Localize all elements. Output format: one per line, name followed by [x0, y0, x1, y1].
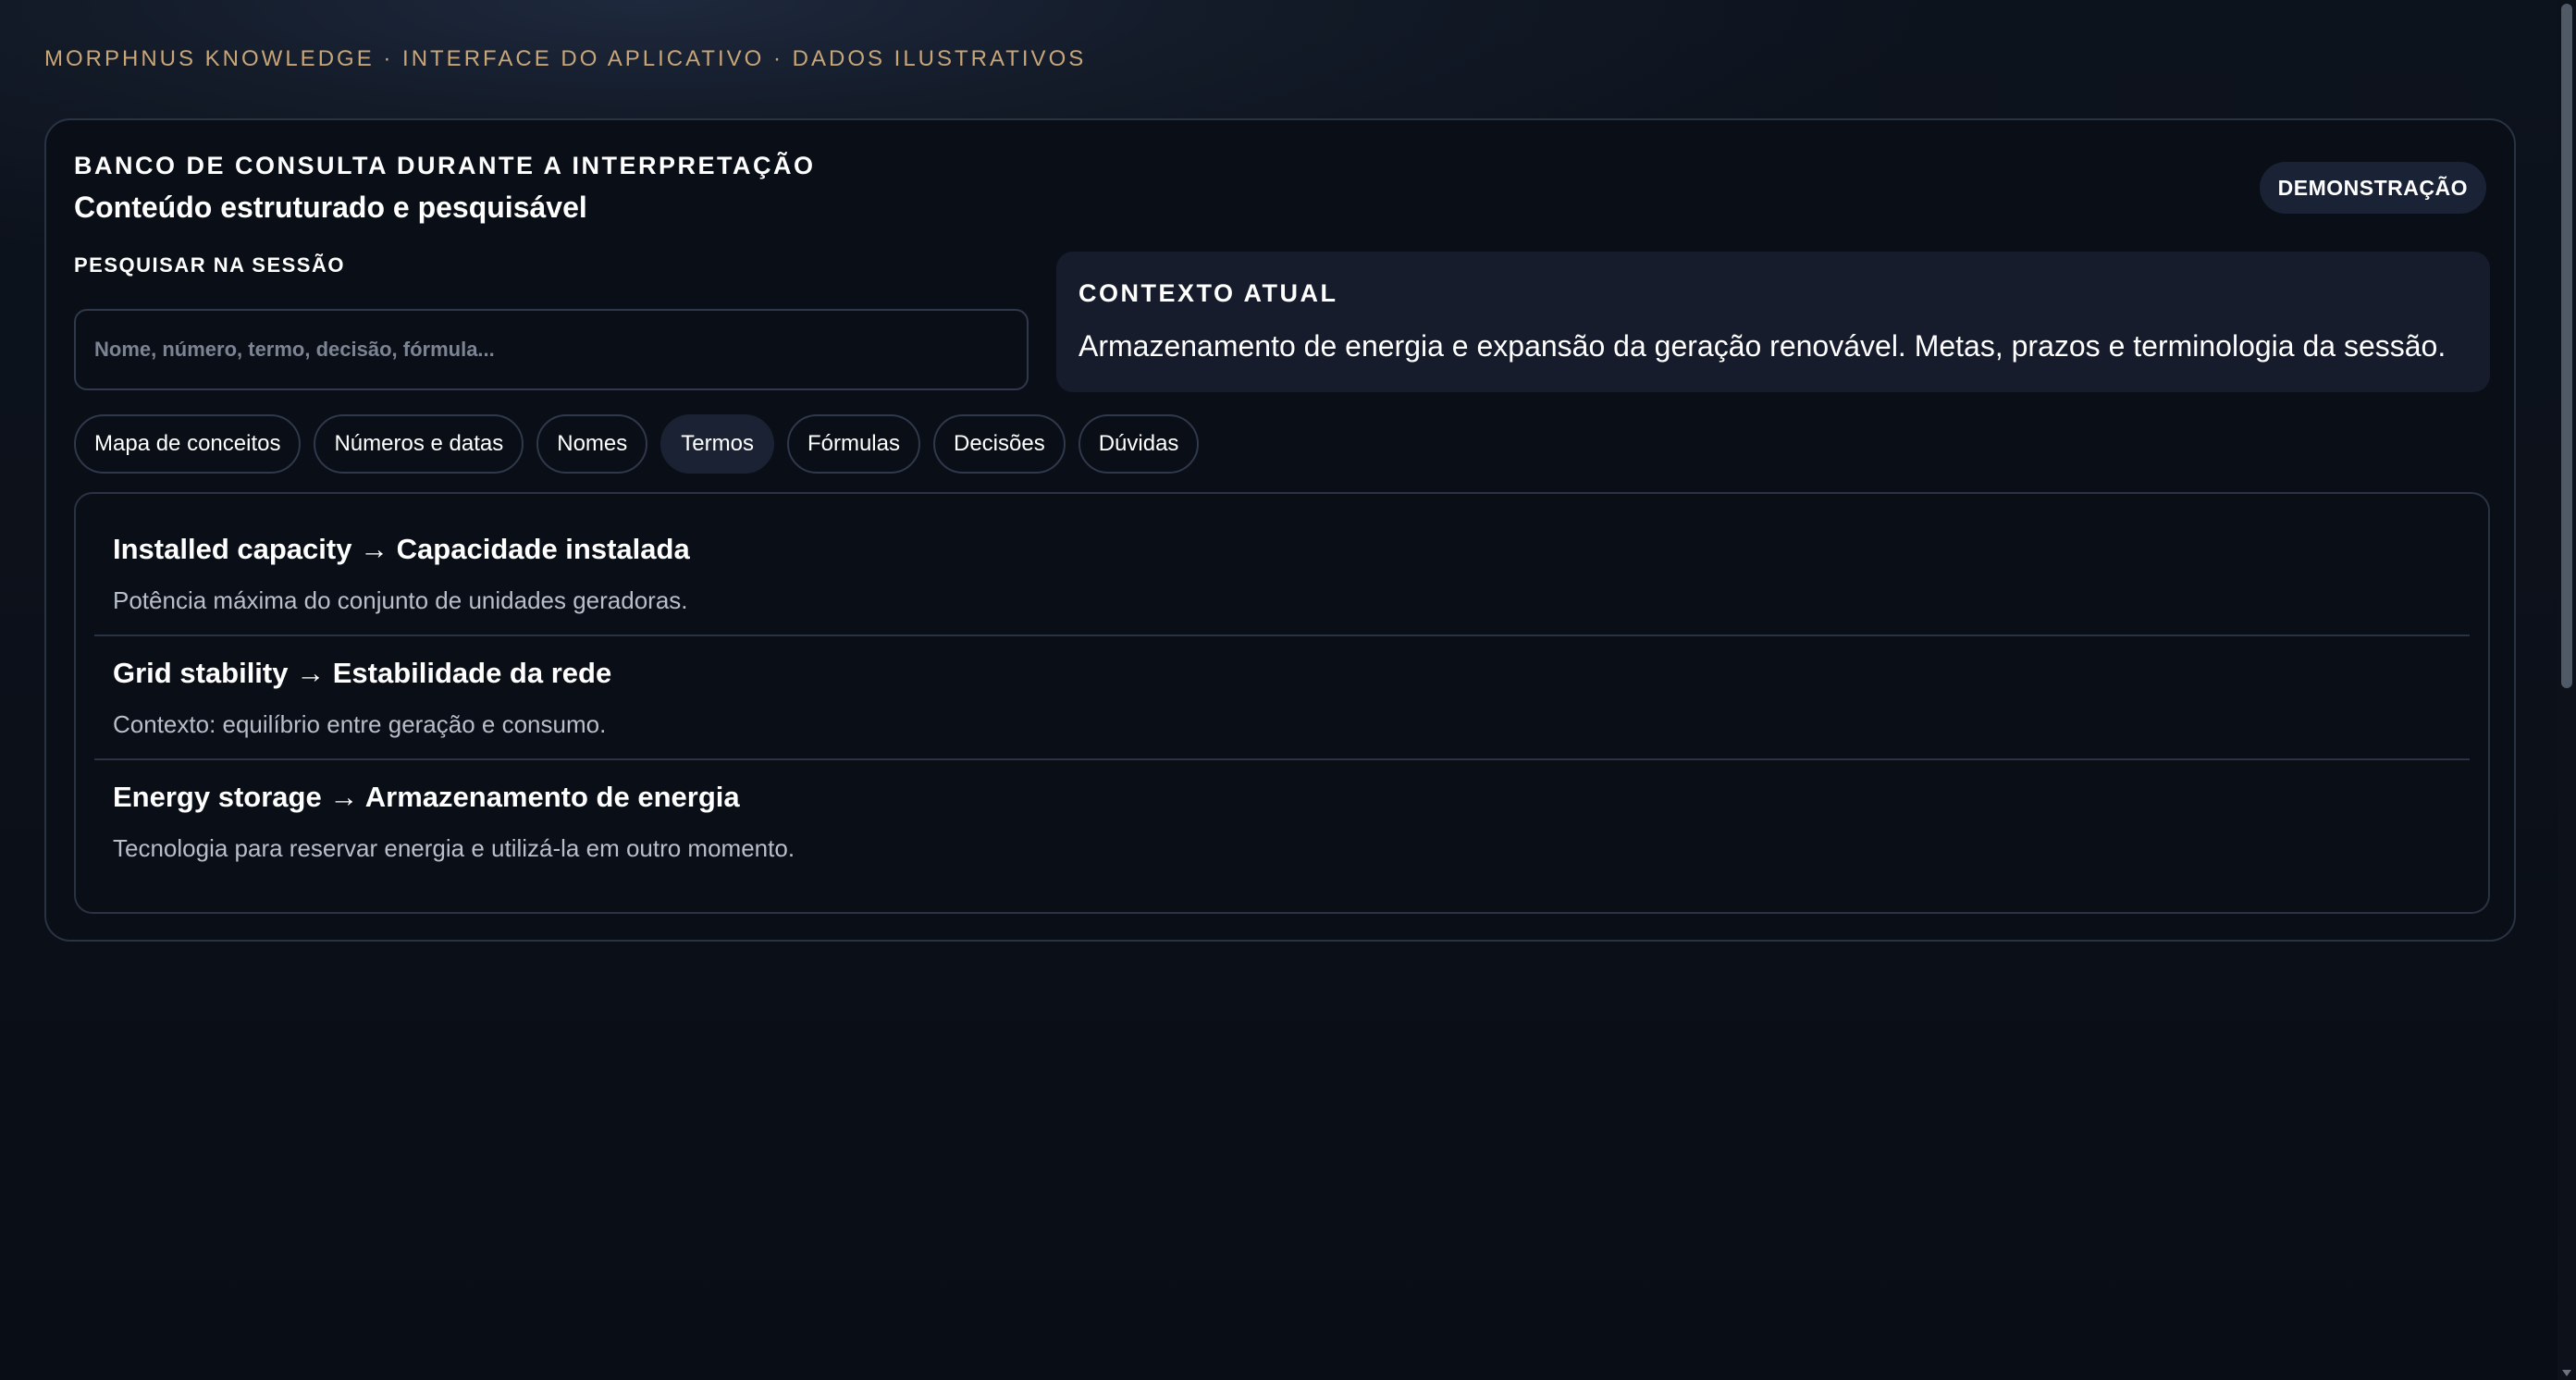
list-item[interactable]: Energy storage → Armazenamento de energi…	[94, 760, 2470, 884]
scroll-down-arrow-icon[interactable]	[2562, 1370, 2571, 1376]
context-text: Armazenamento de energia e expansão da g…	[1078, 329, 2447, 363]
term-description: Potência máxima do conjunto de unidades …	[113, 586, 688, 614]
tab-names[interactable]: Nomes	[536, 414, 648, 474]
scrollbar-thumb[interactable]	[2561, 4, 2572, 688]
term-description: Contexto: equilíbrio entre geração e con…	[113, 710, 607, 738]
demo-badge: DEMONSTRAÇÃO	[2259, 162, 2486, 214]
consultation-panel: BANCO DE CONSULTA DURANTE A INTERPRETAÇÃ…	[44, 118, 2516, 942]
term-title: Grid stability → Estabilidade da rede	[113, 657, 612, 689]
tab-terms[interactable]: Termos	[660, 414, 774, 474]
search-input[interactable]	[74, 309, 1029, 390]
current-context-box: CONTEXTO ATUAL Armazenamento de energia …	[1056, 252, 2490, 392]
context-title: CONTEXTO ATUAL	[1078, 279, 1338, 307]
term-title: Installed capacity → Capacidade instalad…	[113, 533, 690, 565]
term-title: Energy storage → Armazenamento de energi…	[113, 781, 740, 813]
term-description: Tecnologia para reservar energia e utili…	[113, 834, 795, 862]
tab-decisions[interactable]: Decisões	[932, 414, 1066, 474]
terms-list: Installed capacity → Capacidade instalad…	[74, 492, 2490, 914]
page-scrollbar[interactable]	[2558, 0, 2576, 1380]
list-item[interactable]: Installed capacity → Capacidade instalad…	[94, 512, 2470, 636]
panel-subtitle: Conteúdo estruturado e pesquisável	[74, 191, 587, 224]
search-label: PESQUISAR NA SESSÃO	[74, 253, 345, 277]
tab-questions[interactable]: Dúvidas	[1078, 414, 1200, 474]
tab-formulas[interactable]: Fórmulas	[786, 414, 920, 474]
tab-numbers-dates[interactable]: Números e datas	[314, 414, 524, 474]
app-brand-header: MORPHNUS KNOWLEDGE · INTERFACE DO APLICA…	[44, 46, 1087, 71]
panel-overline: BANCO DE CONSULTA DURANTE A INTERPRETAÇÃ…	[74, 152, 816, 179]
category-tabs: Mapa de conceitos Números e datas Nomes …	[74, 414, 1200, 474]
list-item[interactable]: Grid stability → Estabilidade da rede Co…	[94, 636, 2470, 760]
tab-concept-map[interactable]: Mapa de conceitos	[74, 414, 302, 474]
